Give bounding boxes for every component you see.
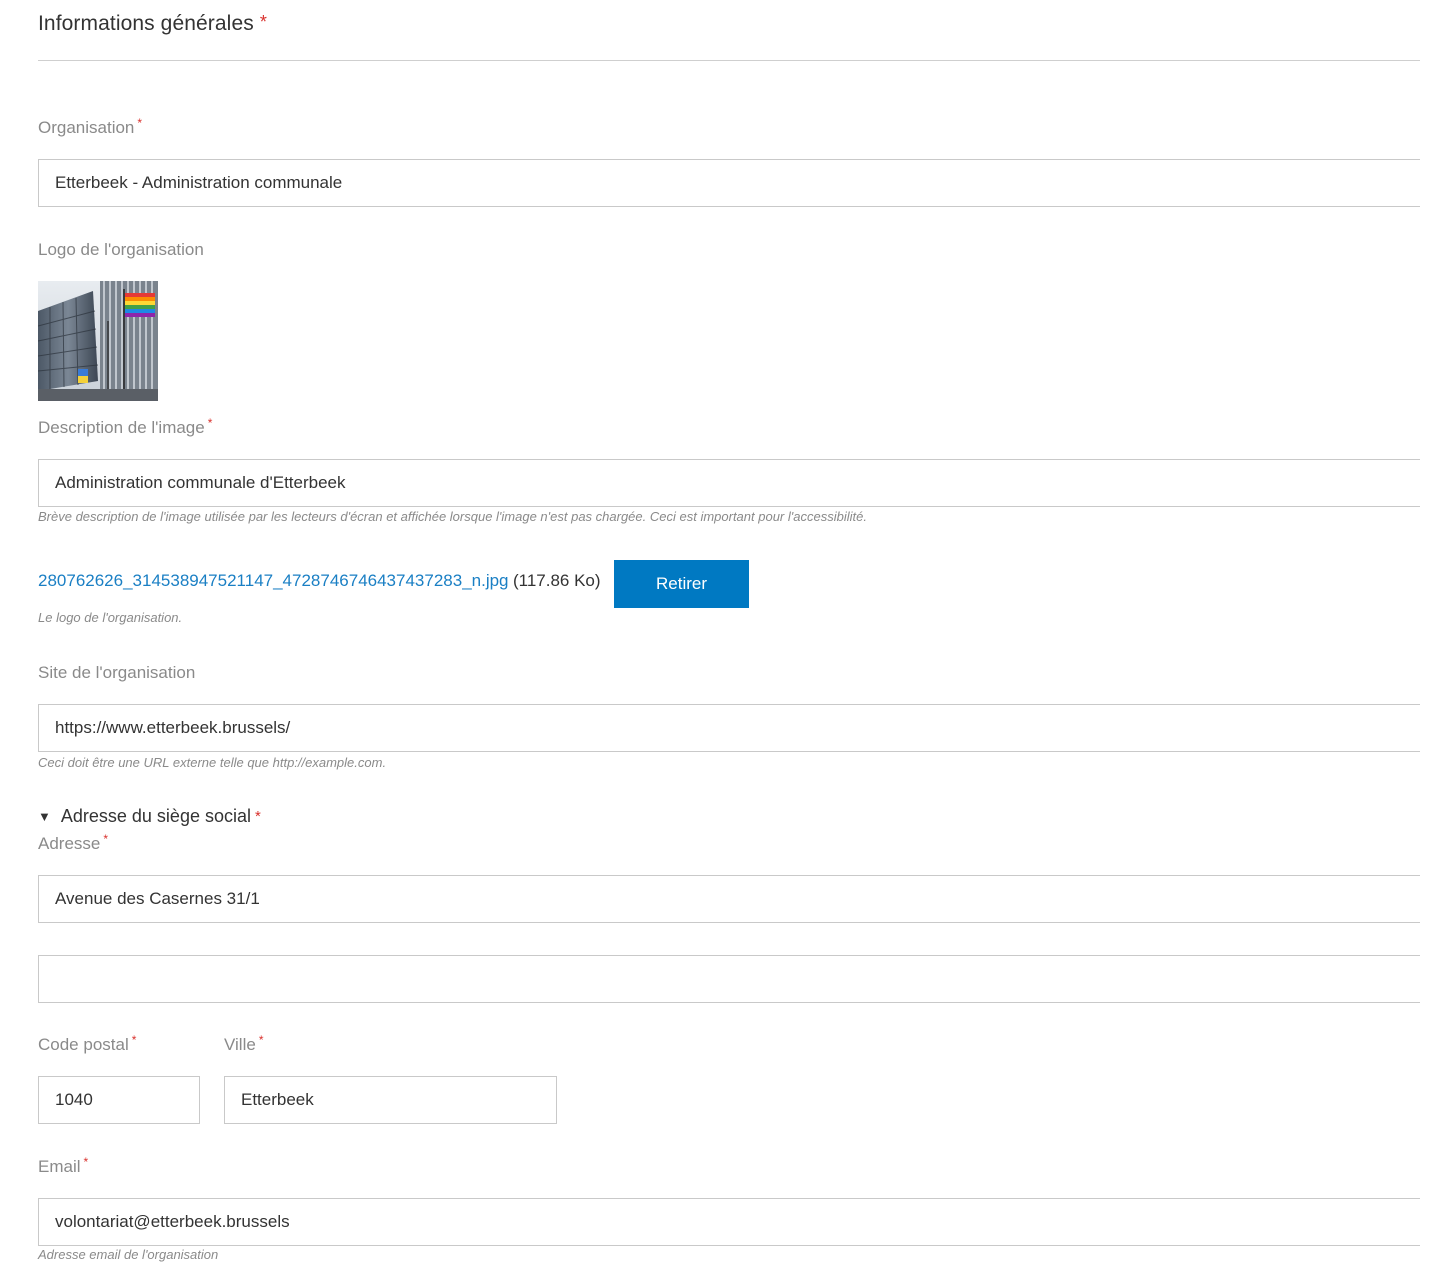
section-title-text: Informations générales bbox=[38, 12, 254, 35]
website-input[interactable] bbox=[38, 704, 1420, 752]
required-marker: * bbox=[137, 116, 143, 130]
file-link[interactable]: 280762626_314538947521147_47287467464374… bbox=[38, 571, 509, 590]
required-marker: * bbox=[259, 12, 267, 32]
building-photo-image bbox=[38, 281, 158, 401]
image-description-label-text: Description de l'image bbox=[38, 418, 205, 437]
image-description-help: Brève description de l'image utilisée pa… bbox=[38, 509, 867, 524]
file-row: 280762626_314538947521147_47287467464374… bbox=[38, 571, 601, 591]
email-label: Email * bbox=[38, 1155, 89, 1177]
address-label: Adresse * bbox=[38, 832, 109, 854]
address-line2-input[interactable] bbox=[38, 955, 1420, 1003]
section-title: Informations générales * bbox=[38, 12, 267, 36]
address-summary-text: Adresse du siège social bbox=[60, 806, 251, 826]
website-label: Site de l'organisation bbox=[38, 663, 196, 682]
organisation-label: Organisation * bbox=[38, 116, 143, 138]
address-line1-input[interactable] bbox=[38, 875, 1420, 923]
website-help: Ceci doit être une URL externe telle que… bbox=[38, 755, 387, 770]
email-input[interactable] bbox=[38, 1198, 1420, 1246]
postal-code-input[interactable] bbox=[38, 1076, 200, 1124]
organisation-input[interactable] bbox=[38, 159, 1420, 207]
postal-code-label: Code postal * bbox=[38, 1033, 137, 1055]
remove-button[interactable]: Retirer bbox=[614, 560, 749, 608]
organisation-label-text: Organisation bbox=[38, 118, 135, 137]
logo-label: Logo de l'organisation bbox=[38, 240, 204, 259]
image-description-label: Description de l'image * bbox=[38, 416, 213, 438]
city-input[interactable] bbox=[224, 1076, 557, 1124]
email-help: Adresse email de l'organisation bbox=[38, 1247, 219, 1262]
address-summary-toggle[interactable]: ▼ Adresse du siège social * bbox=[38, 806, 261, 827]
required-marker: * bbox=[83, 1155, 89, 1169]
triangle-down-icon: ▼ bbox=[38, 809, 51, 824]
city-label-text: Ville bbox=[224, 1035, 256, 1054]
file-size: (117.86 Ko) bbox=[512, 571, 601, 590]
required-marker: * bbox=[254, 808, 261, 825]
required-marker: * bbox=[207, 416, 213, 430]
city-label: Ville * bbox=[224, 1033, 264, 1055]
email-label-text: Email bbox=[38, 1157, 81, 1176]
postal-code-label-text: Code postal bbox=[38, 1035, 129, 1054]
logo-thumbnail bbox=[38, 281, 158, 401]
required-marker: * bbox=[103, 832, 109, 846]
address-label-text: Adresse bbox=[38, 834, 101, 853]
section-divider bbox=[38, 60, 1420, 61]
required-marker: * bbox=[131, 1033, 137, 1047]
image-description-input[interactable] bbox=[38, 459, 1420, 507]
required-marker: * bbox=[258, 1033, 264, 1047]
file-help: Le logo de l'organisation. bbox=[38, 610, 183, 625]
